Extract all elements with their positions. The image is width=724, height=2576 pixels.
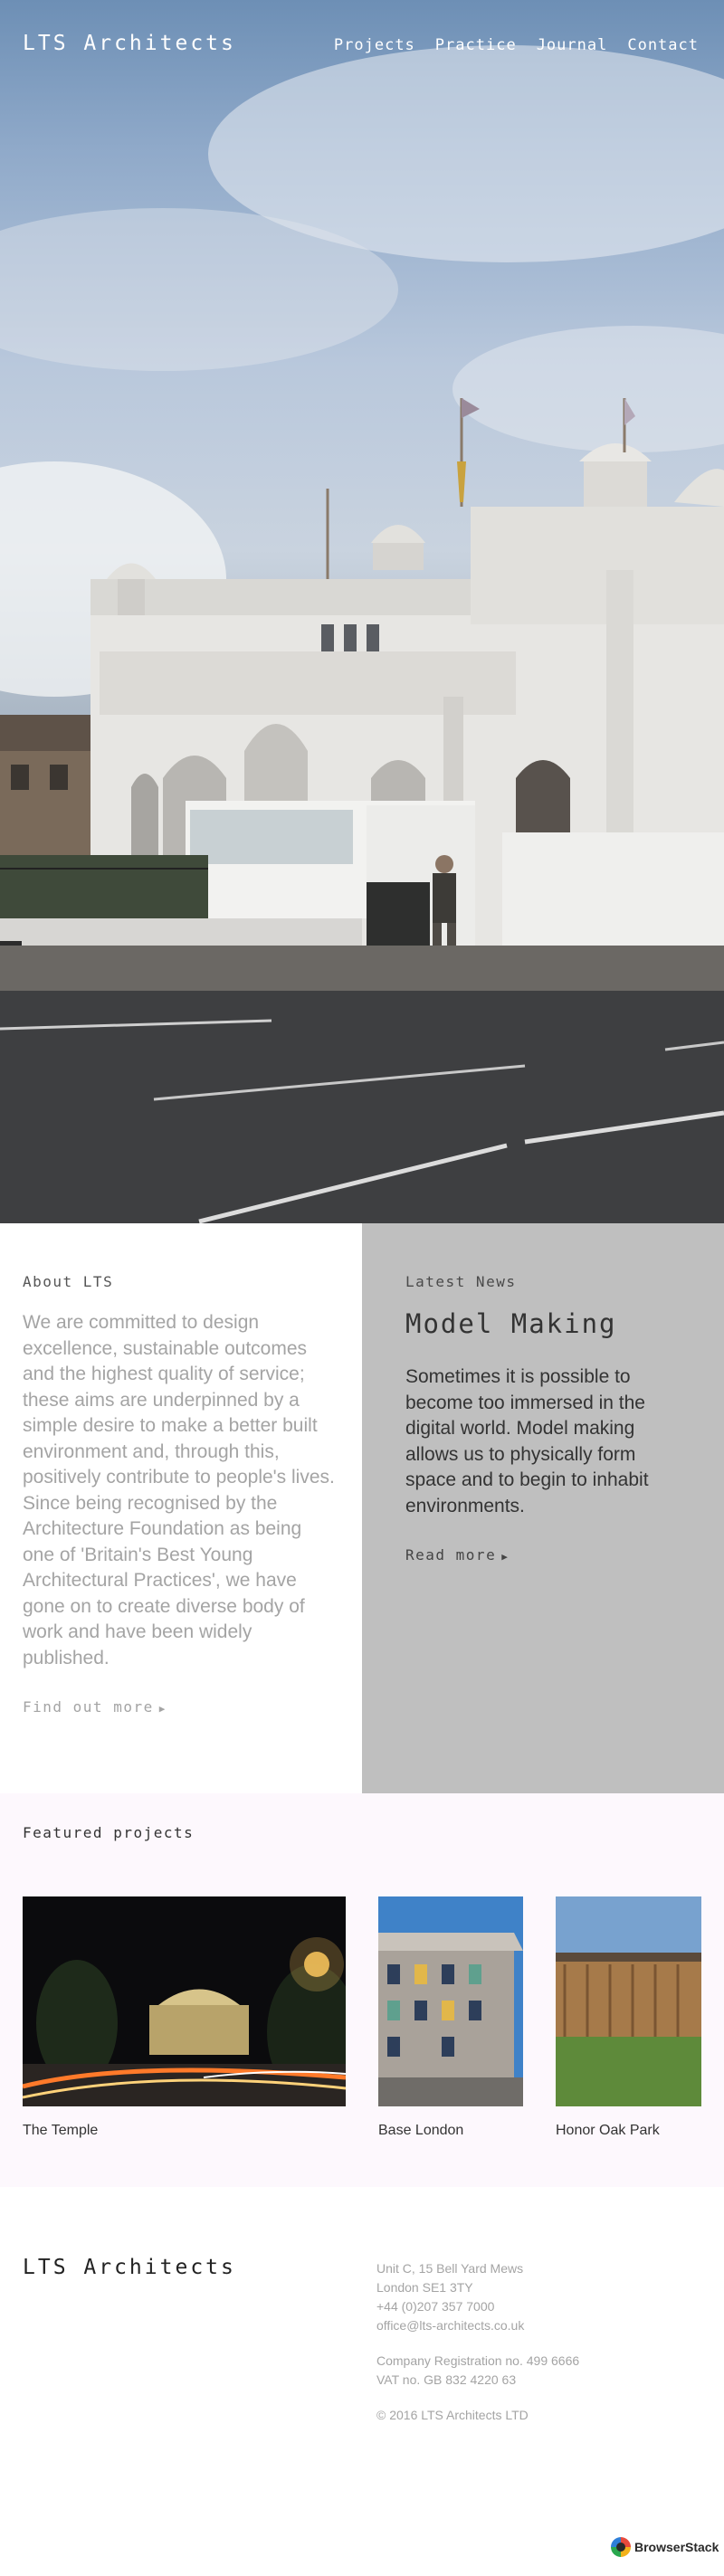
intro-section: About LTS We are committed to design exc… [0,1223,724,1793]
arrow-right-icon: ▶ [501,1551,510,1563]
project-name[interactable]: The Temple [23,2123,346,2139]
news-title[interactable]: Model Making [405,1308,701,1339]
project-card-base-london[interactable]: Base London [378,1896,523,2139]
hero-section: LTS Architects Projects Practice Journal… [0,0,724,1223]
vat-number: VAT no. GB 832 4220 63 [376,2372,517,2387]
project-name[interactable]: Base London [378,2123,523,2139]
about-heading: About LTS [23,1273,114,1290]
phone-number[interactable]: +44 (0)207 357 7000 [376,2297,579,2316]
featured-heading: Featured projects [23,1824,195,1841]
read-more-link[interactable]: Read more ▶ [405,1546,509,1564]
copyright: © 2016 LTS Architects LTD [376,2408,529,2422]
project-card-honor-oak-park[interactable]: Honor Oak Park [556,1896,701,2139]
address-line: Unit C, 15 Bell Yard Mews [376,2261,524,2276]
address-line: London SE1 3TY [376,2280,473,2295]
arrow-right-icon: ▶ [158,1703,167,1715]
read-more-label: Read more [405,1546,497,1564]
footer-contact-info: Unit C, 15 Bell Yard Mews London SE1 3TY… [376,2259,579,2425]
news-text: Sometimes it is possible to become too i… [405,1366,649,1516]
about-panel: About LTS We are committed to design exc… [0,1223,362,1793]
project-thumb-honor-oak-park[interactable] [556,1896,701,2106]
site-logo[interactable]: LTS Architects [23,32,236,55]
about-text: We are committed to design excellence, s… [23,1312,335,1668]
browserstack-label: BrowserStack [634,2540,719,2554]
site-footer: LTS Architects Unit C, 15 Bell Yard Mews… [0,2187,724,2576]
nav-journal[interactable]: Journal [537,36,608,54]
find-out-more-label: Find out more [23,1698,154,1716]
site-header: LTS Architects Projects Practice Journal… [0,0,724,90]
project-thumb-base-london[interactable] [378,1896,523,2106]
nav-contact[interactable]: Contact [627,36,699,54]
email-link[interactable]: office@lts-architects.co.uk [376,2316,579,2335]
nav-practice[interactable]: Practice [435,36,517,54]
browserstack-logo-icon [611,2537,631,2557]
browserstack-badge[interactable]: BrowserStack [611,2537,719,2557]
featured-projects-section: Featured projects The Temple Base London… [0,1793,724,2187]
latest-news-panel: Latest News Model Making Sometimes it is… [362,1223,724,1793]
project-name[interactable]: Honor Oak Park [556,2123,701,2139]
find-out-more-link[interactable]: Find out more ▶ [23,1698,167,1716]
footer-logo[interactable]: LTS Architects [23,2256,236,2279]
main-nav: Projects Practice Journal Contact [334,36,699,54]
news-heading: Latest News [405,1273,517,1290]
project-card-the-temple[interactable]: The Temple [23,1896,346,2139]
hero-photo-temple [0,45,724,1223]
nav-projects[interactable]: Projects [334,36,415,54]
project-thumb-the-temple[interactable] [23,1896,346,2106]
company-registration: Company Registration no. 499 6666 [376,2353,580,2368]
